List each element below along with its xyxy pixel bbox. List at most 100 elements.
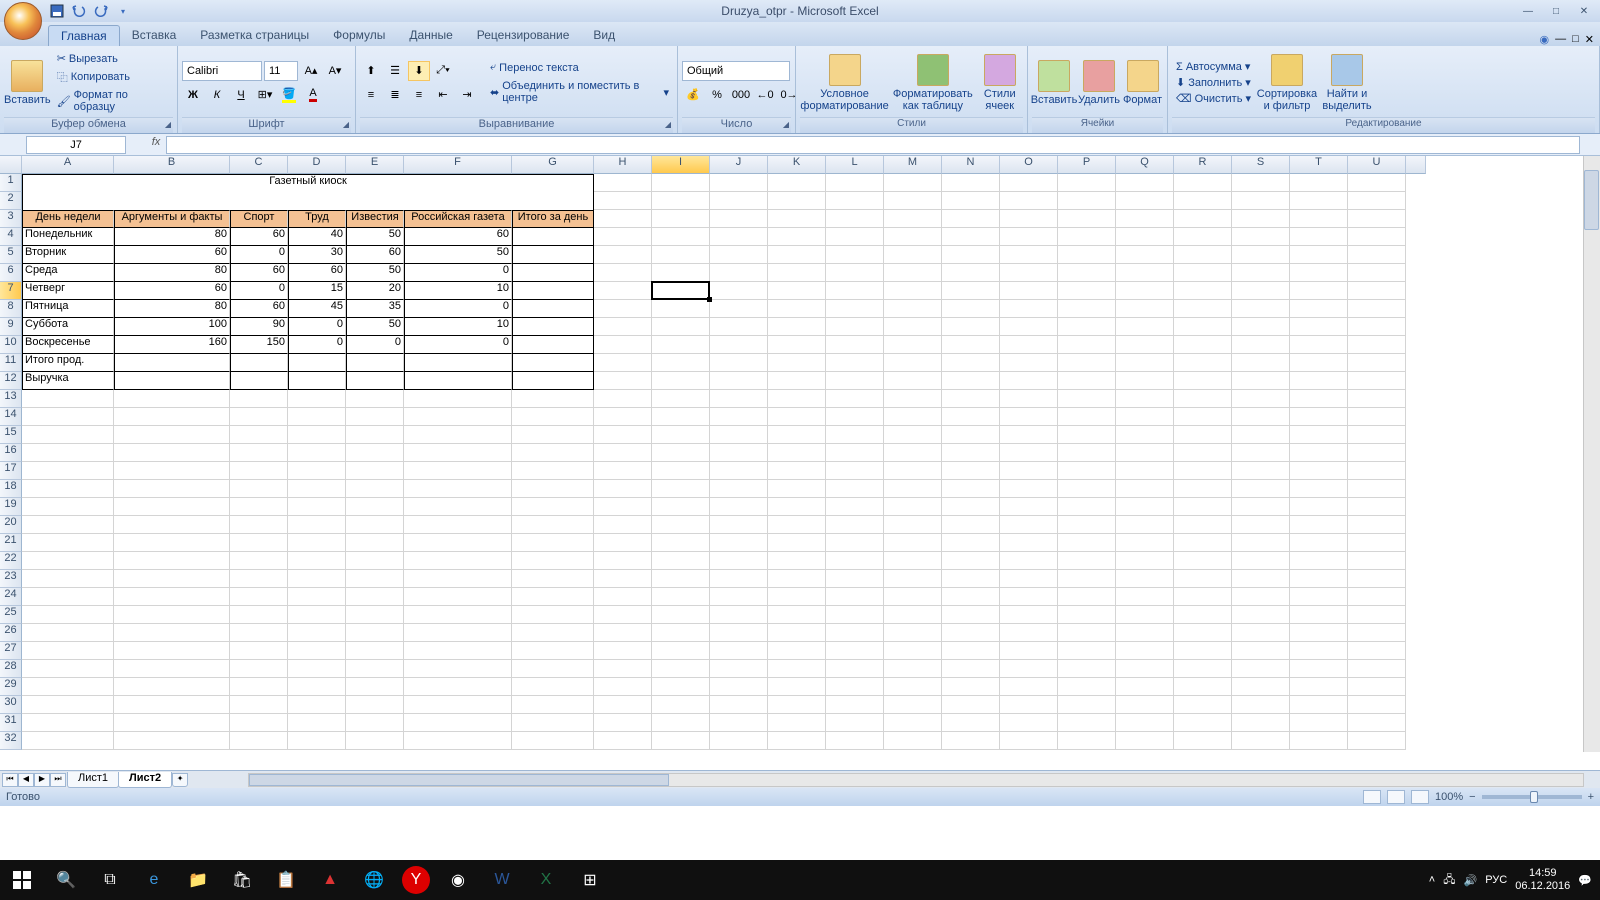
cell[interactable] <box>404 390 512 408</box>
cell[interactable] <box>512 336 594 354</box>
cell[interactable] <box>884 624 942 642</box>
cell[interactable] <box>942 282 1000 300</box>
cell[interactable] <box>1174 516 1232 534</box>
cell[interactable] <box>594 480 652 498</box>
cell[interactable] <box>942 624 1000 642</box>
cell[interactable] <box>404 588 512 606</box>
start-button[interactable] <box>0 860 44 900</box>
cell[interactable] <box>652 192 710 210</box>
cell[interactable] <box>346 390 404 408</box>
row-header[interactable]: 2 <box>0 192 22 210</box>
cell[interactable] <box>1174 372 1232 390</box>
cell[interactable] <box>1174 642 1232 660</box>
cell[interactable] <box>1058 588 1116 606</box>
cell[interactable] <box>884 642 942 660</box>
row-header[interactable]: 28 <box>0 660 22 678</box>
cell[interactable] <box>1232 210 1290 228</box>
cell[interactable] <box>1348 642 1406 660</box>
cell[interactable] <box>346 714 404 732</box>
cell[interactable] <box>1000 192 1058 210</box>
format-as-table-button[interactable]: Форматировать как таблицу <box>891 50 974 116</box>
cell[interactable] <box>22 606 114 624</box>
cell[interactable] <box>942 588 1000 606</box>
cell[interactable] <box>594 444 652 462</box>
language-indicator[interactable]: РУС <box>1485 874 1507 886</box>
cell[interactable] <box>1000 174 1058 192</box>
cell[interactable] <box>114 480 230 498</box>
cell[interactable] <box>652 354 710 372</box>
cell[interactable] <box>114 408 230 426</box>
cell[interactable] <box>652 480 710 498</box>
cell[interactable] <box>1174 192 1232 210</box>
cell[interactable] <box>768 678 826 696</box>
cell[interactable] <box>404 642 512 660</box>
cell[interactable] <box>1348 534 1406 552</box>
cell[interactable] <box>288 732 346 750</box>
cell[interactable]: 0 <box>346 336 404 354</box>
mdi-minimize-icon[interactable]: — <box>1555 33 1566 46</box>
cell[interactable] <box>1174 678 1232 696</box>
cell[interactable] <box>288 498 346 516</box>
cell[interactable] <box>884 282 942 300</box>
cell[interactable] <box>1000 264 1058 282</box>
cell[interactable] <box>768 714 826 732</box>
cell[interactable] <box>884 606 942 624</box>
cell[interactable] <box>404 444 512 462</box>
cell[interactable] <box>512 426 594 444</box>
cell[interactable] <box>710 426 768 444</box>
cell[interactable] <box>346 606 404 624</box>
align-left-icon[interactable]: ≡ <box>360 85 382 105</box>
cell[interactable] <box>1000 534 1058 552</box>
cell[interactable] <box>1290 624 1348 642</box>
cell-styles-button[interactable]: Стили ячеек <box>977 50 1024 116</box>
cell[interactable] <box>1290 552 1348 570</box>
cell[interactable] <box>230 426 288 444</box>
mdi-restore-icon[interactable]: □ <box>1572 33 1579 46</box>
cell[interactable] <box>1232 642 1290 660</box>
cell[interactable] <box>1000 336 1058 354</box>
cell[interactable] <box>1348 570 1406 588</box>
cell[interactable] <box>1116 282 1174 300</box>
cell[interactable] <box>1290 516 1348 534</box>
cell[interactable] <box>1000 426 1058 444</box>
font-name-combo[interactable]: Calibri <box>182 61 262 81</box>
cell[interactable] <box>1058 390 1116 408</box>
percent-icon[interactable]: % <box>706 85 728 105</box>
cell[interactable] <box>884 174 942 192</box>
cell[interactable] <box>884 534 942 552</box>
cell[interactable] <box>346 552 404 570</box>
underline-button[interactable]: Ч <box>230 85 252 105</box>
cell[interactable] <box>346 534 404 552</box>
cell[interactable] <box>1116 300 1174 318</box>
cell[interactable] <box>1116 462 1174 480</box>
cell[interactable] <box>512 372 594 390</box>
cell[interactable] <box>942 336 1000 354</box>
cell[interactable] <box>230 696 288 714</box>
cell[interactable] <box>652 642 710 660</box>
column-header[interactable]: N <box>942 156 1000 174</box>
cell[interactable] <box>594 318 652 336</box>
cell[interactable]: 60 <box>114 246 230 264</box>
cell[interactable] <box>768 390 826 408</box>
cell[interactable] <box>346 696 404 714</box>
row-header[interactable]: 26 <box>0 624 22 642</box>
cell[interactable] <box>652 408 710 426</box>
ribbon-tab-6[interactable]: Вид <box>581 25 627 46</box>
cell[interactable] <box>114 534 230 552</box>
cell[interactable] <box>230 444 288 462</box>
cell[interactable] <box>1000 210 1058 228</box>
cell[interactable]: 0 <box>404 336 512 354</box>
redo-icon[interactable] <box>92 2 110 20</box>
cell[interactable] <box>768 372 826 390</box>
cell[interactable] <box>22 498 114 516</box>
cell[interactable] <box>652 588 710 606</box>
cell[interactable] <box>768 498 826 516</box>
row-header[interactable]: 23 <box>0 570 22 588</box>
column-header[interactable]: R <box>1174 156 1232 174</box>
cell[interactable] <box>884 228 942 246</box>
cell[interactable] <box>768 318 826 336</box>
cell[interactable] <box>826 696 884 714</box>
cell[interactable] <box>652 390 710 408</box>
cell[interactable]: 40 <box>288 228 346 246</box>
cell[interactable] <box>230 678 288 696</box>
